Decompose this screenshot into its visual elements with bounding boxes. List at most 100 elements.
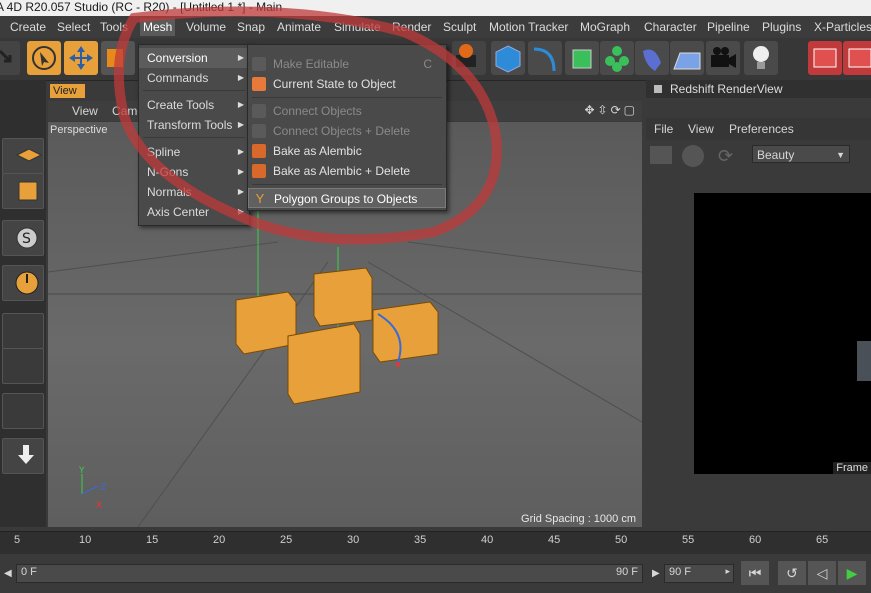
renderview-toolbar: ⟳ Beauty ▼ [646, 142, 871, 170]
render-icon[interactable] [452, 41, 486, 75]
polygon-mode-icon[interactable] [2, 138, 44, 174]
mesh-menu-item-commands[interactable]: Commands ▶ [139, 68, 249, 88]
menu-item-connect-objects-delete[interactable]: Connect Objects + Delete [248, 121, 446, 141]
timeline-ruler[interactable]: 5 10 15 20 25 30 35 40 45 50 55 60 65 [0, 531, 871, 554]
undo-icon[interactable] [0, 41, 20, 75]
light-icon[interactable] [744, 41, 778, 75]
timer-icon[interactable] [2, 265, 44, 301]
polygon-groups-icon: Y [255, 191, 265, 206]
renderview-menu-file[interactable]: File [654, 122, 673, 136]
svg-text:X: X [96, 501, 102, 511]
menu-item-connect-objects[interactable]: Connect Objects [248, 101, 446, 121]
viewport-nav-icons[interactable]: ✥⇳⟳▢ [584, 103, 638, 117]
alembic-delete-icon [252, 164, 266, 178]
go-to-prev-key-icon[interactable]: ↺ [778, 561, 806, 585]
tick-label: 35 [414, 534, 427, 546]
menu-create[interactable]: Create [10, 20, 46, 34]
menu-mograph[interactable]: MoGraph [580, 20, 630, 34]
viewport-menu-view[interactable]: View [72, 104, 98, 118]
menu-x-particles[interactable]: X-Particles [814, 20, 871, 34]
menu-item-bake-as-alembic-delete[interactable]: Bake as Alembic + Delete [248, 161, 446, 181]
menu-separator [252, 184, 442, 185]
tick-label: 25 [280, 534, 293, 546]
select-icon[interactable] [27, 41, 61, 75]
mesh-menu-item-n-gons[interactable]: N-Gons ▶ [139, 162, 249, 182]
menu-snap[interactable]: Snap [237, 20, 265, 34]
workplane-icon[interactable] [2, 313, 44, 349]
panel-grip-icon[interactable] [654, 85, 662, 93]
end-frame-field[interactable]: 90 F ▸ [664, 564, 734, 583]
nurbs-icon[interactable] [565, 41, 599, 75]
menu-item-label: Normals [147, 185, 192, 199]
guide-icon[interactable] [2, 393, 44, 429]
camera-icon[interactable] [706, 41, 740, 75]
svg-text:Y: Y [78, 466, 85, 476]
renderview-menu-view[interactable]: View [688, 122, 714, 136]
range-start-field[interactable]: 0 F [21, 566, 37, 578]
current-state-icon [252, 77, 266, 91]
snap-icon[interactable]: S [2, 220, 44, 256]
stepper-icon[interactable]: ▸ [725, 566, 730, 577]
window-title: A 4D R20.057 Studio (RC - R20) - [Untitl… [0, 0, 283, 14]
menu-item-polygon-groups-to-objects[interactable]: Y Polygon Groups to Objects [248, 188, 446, 208]
menu-item-make-editable[interactable]: Make Editable C [248, 54, 446, 74]
move-icon[interactable] [64, 41, 98, 75]
menu-item-label: Make Editable [273, 57, 350, 71]
menu-pipeline[interactable]: Pipeline [707, 20, 750, 34]
menu-motion-tracker[interactable]: Motion Tracker [489, 20, 568, 34]
submenu-arrow-icon: ▶ [237, 53, 244, 62]
menu-render[interactable]: Render [392, 20, 431, 34]
deformer-icon[interactable] [635, 41, 669, 75]
menu-item-label: Spline [147, 145, 181, 159]
mesh-menu-item-axis-center[interactable]: Axis Center ▶ [139, 202, 249, 222]
menu-item-current-state-to-object[interactable]: Current State to Object [248, 74, 446, 94]
mesh-menu-item-transform-tools[interactable]: Transform Tools ▶ [139, 115, 249, 135]
scroll-left-icon[interactable]: ◀ [4, 568, 12, 579]
make-editable-icon [252, 57, 266, 71]
cube-object [235, 267, 439, 405]
svg-text:S: S [22, 231, 31, 247]
axis-icon[interactable] [2, 348, 44, 384]
render-canvas[interactable]: Frame [694, 193, 871, 474]
menu-simulate[interactable]: Simulate [334, 20, 381, 34]
mesh-menu-item-normals[interactable]: Normals ▶ [139, 182, 249, 202]
renderview-menu-preferences[interactable]: Preferences [729, 122, 794, 136]
tick-label: 15 [146, 534, 159, 546]
menu-volume[interactable]: Volume [186, 20, 226, 34]
floor-drop-icon[interactable] [2, 438, 44, 474]
spline-icon[interactable] [528, 41, 562, 75]
aov-icon[interactable] [808, 41, 842, 75]
go-to-start-icon[interactable]: ⏮ [741, 561, 769, 585]
cloner-icon[interactable] [600, 41, 634, 75]
clapper-icon[interactable] [650, 146, 672, 164]
mesh-menu-item-conversion[interactable]: Conversion ▶ [139, 48, 249, 68]
play-icon[interactable] [682, 145, 704, 167]
mesh-menu-item-spline[interactable]: Spline ▶ [139, 142, 249, 162]
aov-select[interactable]: Beauty ▼ [752, 145, 850, 163]
floor-icon[interactable] [670, 41, 704, 75]
menu-select[interactable]: Select [57, 20, 90, 34]
menu-mesh[interactable]: Mesh [140, 18, 176, 36]
tick-label: 45 [548, 534, 561, 546]
scale-icon[interactable] [101, 41, 135, 75]
submenu-arrow-icon: ▶ [237, 120, 244, 129]
menu-item-bake-as-alembic[interactable]: Bake as Alembic [248, 141, 446, 161]
menu-tools[interactable]: Tools [100, 20, 128, 34]
tab-view[interactable]: View [50, 84, 85, 98]
menu-animate[interactable]: Animate [277, 20, 321, 34]
prev-frame-icon[interactable]: ◁ [808, 561, 836, 585]
menu-character[interactable]: Character [644, 20, 697, 34]
picture-viewer-icon[interactable] [843, 41, 871, 75]
refresh-icon[interactable]: ⟳ [718, 146, 733, 167]
main-menu-bar: Create Select Tools Mesh Volume Snap Ani… [0, 16, 871, 39]
frame-range-slider[interactable]: 0 F 90 F [16, 564, 643, 583]
cube-icon[interactable] [491, 41, 525, 75]
play-forward-icon[interactable]: ▶ [838, 561, 866, 585]
model-mode-icon[interactable] [2, 173, 44, 209]
menu-plugins[interactable]: Plugins [762, 20, 801, 34]
scroll-right-icon[interactable]: ▶ [652, 568, 660, 579]
menu-sculpt[interactable]: Sculpt [443, 20, 476, 34]
frame-label: Frame [833, 462, 871, 474]
mesh-menu-item-create-tools[interactable]: Create Tools ▶ [139, 95, 249, 115]
range-end-field[interactable]: 90 F [616, 566, 638, 578]
